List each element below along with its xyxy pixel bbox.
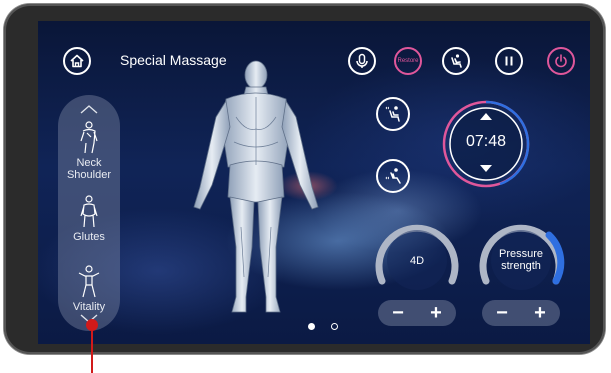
power-icon (555, 54, 567, 68)
power-button[interactable] (547, 47, 575, 75)
chair-back-heat-icon (385, 106, 400, 122)
annotation-pointer-line (91, 326, 93, 373)
recline-legs-button[interactable] (376, 159, 410, 193)
screen: Special Massage Restore Neck Shoulder Gl… (38, 21, 590, 344)
pressure-stepper: − + (482, 300, 560, 326)
sidebar-item-glutes[interactable]: Glutes (58, 195, 120, 243)
4d-stepper: − + (378, 300, 456, 326)
body-muscle-figure (193, 60, 319, 313)
pressure-increase-button[interactable]: + (530, 303, 550, 323)
4d-label: 4D (409, 255, 425, 267)
timer-value: 07:48 (465, 133, 507, 150)
restore-label: Restore (397, 58, 419, 64)
voice-button[interactable] (348, 47, 376, 75)
page-dot-1[interactable] (308, 323, 315, 330)
pause-icon (505, 56, 513, 66)
page-dot-2[interactable] (331, 323, 338, 330)
massage-chair-icon (451, 54, 462, 68)
restore-button[interactable]: Restore (394, 47, 422, 75)
vitality-icon (78, 265, 100, 298)
sidebar-item-label: Vitality (72, 301, 106, 313)
timer-dial: 07:48 (440, 98, 532, 190)
chair-legs-heat-icon (385, 168, 401, 184)
home-icon (70, 54, 84, 68)
chevron-up-icon[interactable] (79, 103, 99, 115)
home-button[interactable] (63, 47, 91, 75)
4d-increase-button[interactable]: + (426, 303, 446, 323)
neck-shoulder-icon (80, 121, 98, 154)
microphone-icon (356, 53, 368, 68)
program-sidebar[interactable]: Neck Shoulder Glutes Vitality (58, 95, 120, 331)
page-indicator (308, 323, 338, 330)
recline-back-button[interactable] (376, 97, 410, 131)
pause-button[interactable] (495, 47, 523, 75)
4d-decrease-button[interactable]: − (388, 303, 408, 323)
pressure-label: Pressure strength (498, 248, 544, 272)
timer-decrease-icon[interactable] (479, 164, 493, 173)
pressure-gauge: Pressure strength (476, 215, 566, 305)
sidebar-item-neck-shoulder[interactable]: Neck Shoulder (58, 121, 120, 181)
sidebar-item-label: Glutes (73, 231, 105, 243)
sidebar-item-label: Neck Shoulder (66, 157, 112, 181)
recline-button[interactable] (442, 47, 470, 75)
glutes-icon (80, 195, 98, 228)
timer-increase-icon[interactable] (479, 112, 493, 121)
pressure-decrease-button[interactable]: − (492, 303, 512, 323)
sidebar-item-vitality[interactable]: Vitality (58, 265, 120, 313)
4d-gauge: 4D (372, 215, 462, 305)
